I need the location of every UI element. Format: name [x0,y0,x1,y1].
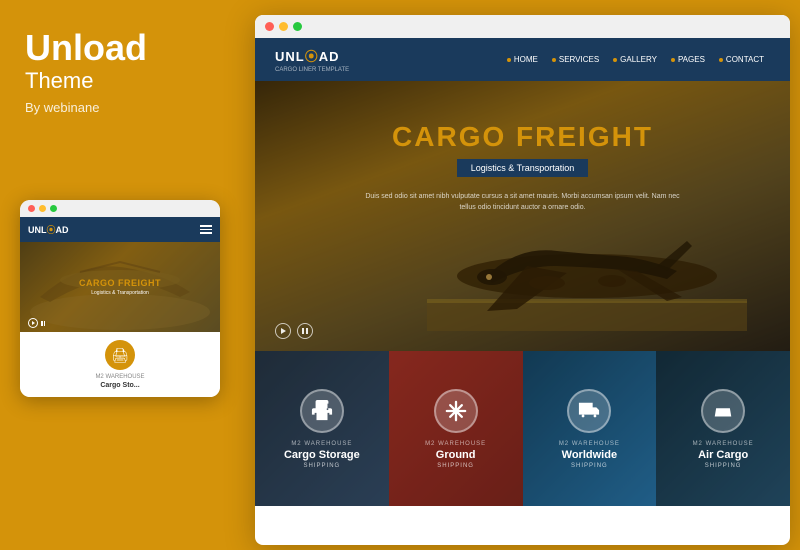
mobile-hero-title: CARGO FREIGHT [79,278,161,288]
mobile-hero-subtitle: Logistics & Transportation [79,290,161,296]
yellow-dot-icon [39,205,46,212]
service-card-ground[interactable]: M2 Warehouse Ground SHIPPING [389,351,523,506]
nav-dot-icon [552,58,556,62]
service-card-content: M2 Warehouse Air Cargo SHIPPING [656,351,790,506]
service-shipping-label: SHIPPING [304,463,341,469]
nav-services-label: SERVICES [559,55,599,64]
services-section: M2 Warehouse Cargo Storage SHIPPING M2 W… [255,351,790,506]
nav-dot-icon [507,58,511,62]
mobile-hero-text: CARGO FREIGHT Logistics & Transportation [79,278,161,296]
mobile-pause-button[interactable] [41,321,45,326]
play-icon [32,321,35,325]
nav-gallery-label: GALLERY [620,55,657,64]
service-card-air-cargo[interactable]: M2 Warehouse Air Cargo SHIPPING [656,351,790,506]
hero-content: CARGO FREIGHT Logistics & Transportation… [363,121,683,213]
service-name-cargo-storage: Cargo Storage [284,449,360,461]
asterisk-icon [445,400,467,422]
service-name-air-cargo: Air Cargo [698,449,748,461]
desktop-hero: CARGO FREIGHT Logistics & Transportation… [255,81,790,351]
service-card-content: M2 Warehouse Worldwide SHIPPING [523,351,657,506]
desktop-nav-links: HOME SERVICES GALLERY PAGES CONTACT [501,53,770,66]
desktop-yellow-dot-icon [279,22,288,31]
service-card-content: M2 Warehouse Cargo Storage SHIPPING [255,351,389,506]
nav-dot-icon [671,58,675,62]
left-panel: Unload Theme By webinane UNL⦿AD [0,0,240,550]
mobile-hero-nav [28,318,45,328]
service-name-ground: Ground [436,449,476,461]
desktop-titlebar [255,15,790,38]
nav-item-services[interactable]: SERVICES [546,53,605,66]
mobile-nav: UNL⦿AD [20,217,220,242]
nav-dot-icon [613,58,617,62]
hero-badge: Logistics & Transportation [457,159,589,177]
hamburger-icon[interactable] [200,225,212,234]
nav-item-home[interactable]: HOME [501,53,544,66]
mobile-service-card: 🖨 M2 Warehouse Cargo Sto... [20,332,220,397]
truck-icon [578,400,600,422]
air-cargo-icon [701,389,745,433]
mobile-hero: CARGO FREIGHT Logistics & Transportation [20,242,220,332]
service-warehouse-label: M2 Warehouse [693,441,754,447]
mobile-service-name: Cargo Sto... [28,382,212,389]
service-card-cargo-storage[interactable]: M2 Warehouse Cargo Storage SHIPPING [255,351,389,506]
service-card-worldwide[interactable]: M2 Warehouse Worldwide SHIPPING [523,351,657,506]
pause-icon [302,328,308,334]
ship-icon [712,400,734,422]
service-warehouse-label: M2 Warehouse [425,441,486,447]
hero-controls [275,323,313,339]
mobile-play-button[interactable] [28,318,38,328]
desktop-nav: UNL⦿AD CARGO LINER TEMPLATE HOME SERVICE… [255,38,790,81]
service-card-content: M2 Warehouse Ground SHIPPING [389,351,523,506]
brand-title: Unload [25,30,215,66]
brand-by: By webinane [25,100,215,115]
nav-item-pages[interactable]: PAGES [665,53,711,66]
desktop-red-dot-icon [265,22,274,31]
desktop-logo-text: UNL⦿AD [275,49,340,64]
mobile-titlebar [20,200,220,217]
green-dot-icon [50,205,57,212]
service-name-worldwide: Worldwide [562,449,617,461]
hero-description: Duis sed odio sit amet nibh vulputate cu… [363,191,683,213]
service-shipping-label: SHIPPING [437,463,474,469]
plane-silhouette-icon [427,201,747,331]
brand-subtitle: Theme [25,68,215,94]
mobile-preview: UNL⦿AD CARGO FREIGHT Logistics & Transpo… [20,200,220,397]
cargo-storage-icon [300,389,344,433]
hero-play-button[interactable] [275,323,291,339]
hero-title: CARGO FREIGHT [363,121,683,153]
nav-dot-icon [719,58,723,62]
mobile-service-label: M2 Warehouse [28,374,212,380]
desktop-logo-sub: CARGO LINER TEMPLATE [275,67,349,73]
printer-icon [311,400,333,422]
red-dot-icon [28,205,35,212]
hero-pause-button[interactable] [297,323,313,339]
nav-pages-label: PAGES [678,55,705,64]
worldwide-icon [567,389,611,433]
service-warehouse-label: M2 Warehouse [291,441,352,447]
nav-contact-label: CONTACT [726,55,764,64]
nav-item-gallery[interactable]: GALLERY [607,53,663,66]
ground-icon [434,389,478,433]
service-print-icon: 🖨 [105,340,135,370]
desktop-logo: UNL⦿AD CARGO LINER TEMPLATE [275,46,349,73]
nav-home-label: HOME [514,55,538,64]
desktop-green-dot-icon [293,22,302,31]
desktop-preview: UNL⦿AD CARGO LINER TEMPLATE HOME SERVICE… [255,15,790,545]
service-shipping-label: SHIPPING [705,463,742,469]
nav-item-contact[interactable]: CONTACT [713,53,770,66]
service-shipping-label: SHIPPING [571,463,608,469]
play-icon [281,328,286,334]
service-warehouse-label: M2 Warehouse [559,441,620,447]
mobile-logo: UNL⦿AD [28,223,69,236]
